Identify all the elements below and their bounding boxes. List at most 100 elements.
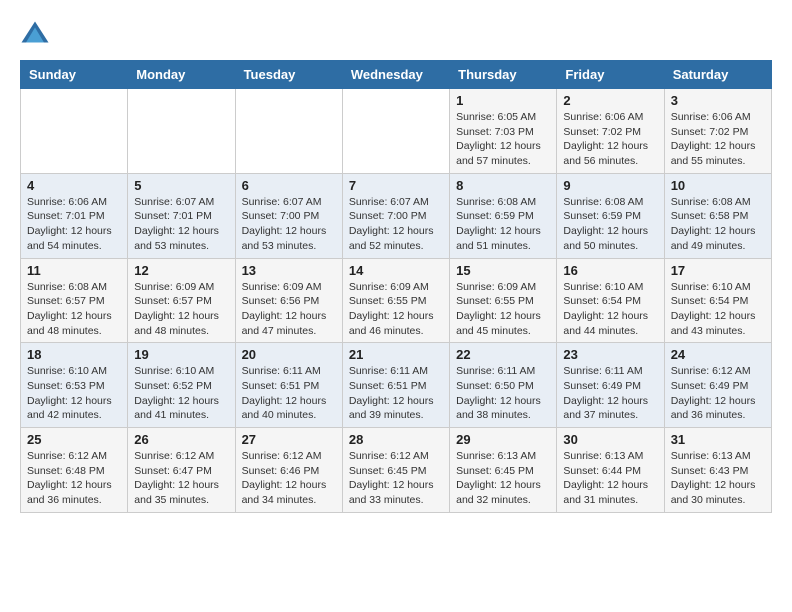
calendar-cell: 14Sunrise: 6:09 AM Sunset: 6:55 PM Dayli… — [342, 258, 449, 343]
day-number: 1 — [456, 93, 550, 108]
day-number: 17 — [671, 263, 765, 278]
calendar-cell: 5 Sunrise: 6:07 AM Sunset: 7:01 PM Daylig… — [128, 173, 235, 258]
page-container: SundayMondayTuesdayWednesdayThursdayFrid… — [20, 20, 772, 513]
cell-info: Sunrise: 6:12 AM Sunset: 6:48 PM Dayligh… — [27, 449, 121, 508]
calendar-cell: 25 Sunrise: 6:12 AM Sunset: 6:48 PM Dayli… — [21, 428, 128, 513]
calendar-cell: 31 Sunrise: 6:13 AM Sunset: 6:43 PM Dayli… — [664, 428, 771, 513]
weekday-header-tuesday: Tuesday — [235, 61, 342, 89]
day-number: 20 — [242, 347, 336, 362]
day-number: 30 — [563, 432, 657, 447]
cell-info: Sunrise: 6:09 AM Sunset: 6:57 PM Dayligh… — [134, 280, 228, 339]
cell-info: Sunrise: 6:13 AM Sunset: 6:44 PM Dayligh… — [563, 449, 657, 508]
day-number: 19 — [134, 347, 228, 362]
calendar-cell: 8 Sunrise: 6:08 AM Sunset: 6:59 PM Daylig… — [450, 173, 557, 258]
day-number: 5 — [134, 178, 228, 193]
calendar-cell — [128, 89, 235, 174]
weekday-header-wednesday: Wednesday — [342, 61, 449, 89]
weekday-header-saturday: Saturday — [664, 61, 771, 89]
cell-info: Sunrise: 6:08 AM Sunset: 6:59 PM Dayligh… — [563, 195, 657, 254]
cell-info: Sunrise: 6:09 AM Sunset: 6:55 PM Dayligh… — [456, 280, 550, 339]
day-number: 7 — [349, 178, 443, 193]
cell-info: Sunrise: 6:13 AM Sunset: 6:45 PM Dayligh… — [456, 449, 550, 508]
day-number: 8 — [456, 178, 550, 193]
day-number: 15 — [456, 263, 550, 278]
cell-info: Sunrise: 6:06 AM Sunset: 7:01 PM Dayligh… — [27, 195, 121, 254]
day-number: 18 — [27, 347, 121, 362]
cell-info: Sunrise: 6:12 AM Sunset: 6:49 PM Dayligh… — [671, 364, 765, 423]
day-number: 4 — [27, 178, 121, 193]
calendar-cell: 13Sunrise: 6:09 AM Sunset: 6:56 PM Dayli… — [235, 258, 342, 343]
header — [20, 20, 772, 50]
day-number: 22 — [456, 347, 550, 362]
calendar-week-row: 18 Sunrise: 6:10 AM Sunset: 6:53 PM Dayli… — [21, 343, 772, 428]
cell-info: Sunrise: 6:08 AM Sunset: 6:58 PM Dayligh… — [671, 195, 765, 254]
cell-info: Sunrise: 6:10 AM Sunset: 6:53 PM Dayligh… — [27, 364, 121, 423]
weekday-header-friday: Friday — [557, 61, 664, 89]
cell-info: Sunrise: 6:10 AM Sunset: 6:52 PM Dayligh… — [134, 364, 228, 423]
calendar-week-row: 25 Sunrise: 6:12 AM Sunset: 6:48 PM Dayli… — [21, 428, 772, 513]
logo-icon — [20, 20, 50, 50]
calendar-cell: 19 Sunrise: 6:10 AM Sunset: 6:52 PM Dayli… — [128, 343, 235, 428]
calendar-cell: 15 Sunrise: 6:09 AM Sunset: 6:55 PM Dayli… — [450, 258, 557, 343]
weekday-header-sunday: Sunday — [21, 61, 128, 89]
calendar-cell — [342, 89, 449, 174]
day-number: 23 — [563, 347, 657, 362]
day-number: 31 — [671, 432, 765, 447]
calendar-header-row: SundayMondayTuesdayWednesdayThursdayFrid… — [21, 61, 772, 89]
logo — [20, 20, 54, 50]
day-number: 25 — [27, 432, 121, 447]
calendar-cell: 20 Sunrise: 6:11 AM Sunset: 6:51 PM Dayli… — [235, 343, 342, 428]
cell-info: Sunrise: 6:05 AM Sunset: 7:03 PM Dayligh… — [456, 110, 550, 169]
day-number: 12 — [134, 263, 228, 278]
cell-info: Sunrise: 6:07 AM Sunset: 7:01 PM Dayligh… — [134, 195, 228, 254]
calendar-cell: 1 Sunrise: 6:05 AM Sunset: 7:03 PM Daylig… — [450, 89, 557, 174]
cell-info: Sunrise: 6:11 AM Sunset: 6:49 PM Dayligh… — [563, 364, 657, 423]
calendar-cell — [21, 89, 128, 174]
calendar-cell: 9 Sunrise: 6:08 AM Sunset: 6:59 PM Daylig… — [557, 173, 664, 258]
day-number: 2 — [563, 93, 657, 108]
cell-info: Sunrise: 6:13 AM Sunset: 6:43 PM Dayligh… — [671, 449, 765, 508]
calendar-cell: 12 Sunrise: 6:09 AM Sunset: 6:57 PM Dayli… — [128, 258, 235, 343]
day-number: 9 — [563, 178, 657, 193]
cell-info: Sunrise: 6:12 AM Sunset: 6:47 PM Dayligh… — [134, 449, 228, 508]
cell-info: Sunrise: 6:11 AM Sunset: 6:51 PM Dayligh… — [242, 364, 336, 423]
cell-info: Sunrise: 6:11 AM Sunset: 6:50 PM Dayligh… — [456, 364, 550, 423]
calendar-cell: 30 Sunrise: 6:13 AM Sunset: 6:44 PM Dayli… — [557, 428, 664, 513]
day-number: 21 — [349, 347, 443, 362]
day-number: 26 — [134, 432, 228, 447]
day-number: 16 — [563, 263, 657, 278]
calendar-cell: 27Sunrise: 6:12 AM Sunset: 6:46 PM Dayli… — [235, 428, 342, 513]
calendar: SundayMondayTuesdayWednesdayThursdayFrid… — [20, 60, 772, 513]
calendar-cell: 29 Sunrise: 6:13 AM Sunset: 6:45 PM Dayli… — [450, 428, 557, 513]
calendar-cell: 23 Sunrise: 6:11 AM Sunset: 6:49 PM Dayli… — [557, 343, 664, 428]
cell-info: Sunrise: 6:07 AM Sunset: 7:00 PM Dayligh… — [349, 195, 443, 254]
calendar-cell: 18 Sunrise: 6:10 AM Sunset: 6:53 PM Dayli… — [21, 343, 128, 428]
calendar-cell — [235, 89, 342, 174]
cell-info: Sunrise: 6:09 AM Sunset: 6:55 PM Dayligh… — [349, 280, 443, 339]
calendar-week-row: 11Sunrise: 6:08 AM Sunset: 6:57 PM Dayli… — [21, 258, 772, 343]
weekday-header-monday: Monday — [128, 61, 235, 89]
calendar-cell: 17 Sunrise: 6:10 AM Sunset: 6:54 PM Dayli… — [664, 258, 771, 343]
calendar-cell: 11Sunrise: 6:08 AM Sunset: 6:57 PM Dayli… — [21, 258, 128, 343]
cell-info: Sunrise: 6:06 AM Sunset: 7:02 PM Dayligh… — [563, 110, 657, 169]
calendar-cell: 3Sunrise: 6:06 AM Sunset: 7:02 PM Daylig… — [664, 89, 771, 174]
calendar-cell: 7 Sunrise: 6:07 AM Sunset: 7:00 PM Daylig… — [342, 173, 449, 258]
calendar-cell: 24 Sunrise: 6:12 AM Sunset: 6:49 PM Dayli… — [664, 343, 771, 428]
calendar-week-row: 1 Sunrise: 6:05 AM Sunset: 7:03 PM Daylig… — [21, 89, 772, 174]
day-number: 28 — [349, 432, 443, 447]
calendar-cell: 16Sunrise: 6:10 AM Sunset: 6:54 PM Dayli… — [557, 258, 664, 343]
day-number: 27 — [242, 432, 336, 447]
calendar-cell: 4 Sunrise: 6:06 AM Sunset: 7:01 PM Daylig… — [21, 173, 128, 258]
cell-info: Sunrise: 6:10 AM Sunset: 6:54 PM Dayligh… — [671, 280, 765, 339]
cell-info: Sunrise: 6:08 AM Sunset: 6:57 PM Dayligh… — [27, 280, 121, 339]
cell-info: Sunrise: 6:09 AM Sunset: 6:56 PM Dayligh… — [242, 280, 336, 339]
cell-info: Sunrise: 6:07 AM Sunset: 7:00 PM Dayligh… — [242, 195, 336, 254]
calendar-cell: 21Sunrise: 6:11 AM Sunset: 6:51 PM Dayli… — [342, 343, 449, 428]
cell-info: Sunrise: 6:08 AM Sunset: 6:59 PM Dayligh… — [456, 195, 550, 254]
day-number: 29 — [456, 432, 550, 447]
weekday-header-thursday: Thursday — [450, 61, 557, 89]
day-number: 24 — [671, 347, 765, 362]
day-number: 10 — [671, 178, 765, 193]
day-number: 6 — [242, 178, 336, 193]
cell-info: Sunrise: 6:12 AM Sunset: 6:45 PM Dayligh… — [349, 449, 443, 508]
